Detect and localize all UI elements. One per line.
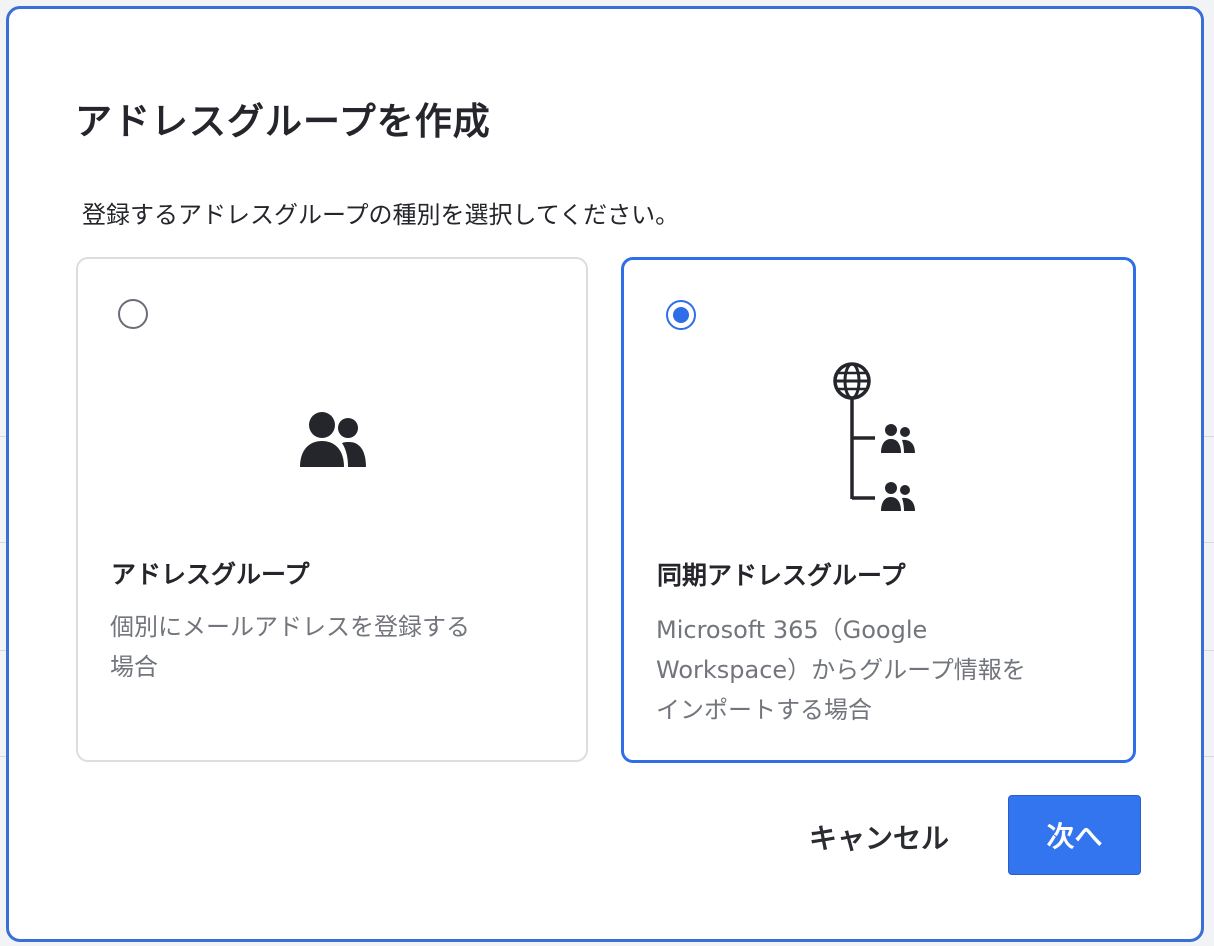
dialog-instruction: 登録するアドレスグループの種別を選択してください。 [82,201,680,229]
option-description-line: インポートする場合 [656,696,872,724]
option-description: Microsoft 365（Google Workspace）からグループ情報を… [656,610,1106,730]
option-description-line: Microsoft 365（Google [656,616,928,644]
dialog-title: アドレスグループを作成 [75,100,491,143]
option-description: 個別にメールアドレスを登録する 場合 [110,607,550,687]
next-button[interactable]: 次へ [1008,795,1141,875]
radio-address-group[interactable] [118,299,148,329]
option-description-line: Workspace）からグループ情報を [656,656,1026,684]
option-card-synced-address-group[interactable]: 同期アドレスグループ Microsoft 365（Google Workspac… [621,257,1136,763]
option-description-line: 個別にメールアドレスを登録する [110,613,470,641]
cancel-button[interactable]: キャンセル [779,798,979,876]
radio-selected-dot [673,307,689,323]
option-heading: アドレスグループ [111,560,310,589]
globe-tree-people-icon [833,362,915,511]
people-icon [300,412,366,467]
radio-synced-address-group[interactable] [666,300,696,330]
create-address-group-dialog: アドレスグループを作成 登録するアドレスグループの種別を選択してください。 アド… [6,6,1204,942]
option-heading: 同期アドレスグループ [657,561,906,590]
option-description-line: 場合 [110,653,158,681]
option-card-address-group[interactable]: アドレスグループ 個別にメールアドレスを登録する 場合 [76,257,588,762]
